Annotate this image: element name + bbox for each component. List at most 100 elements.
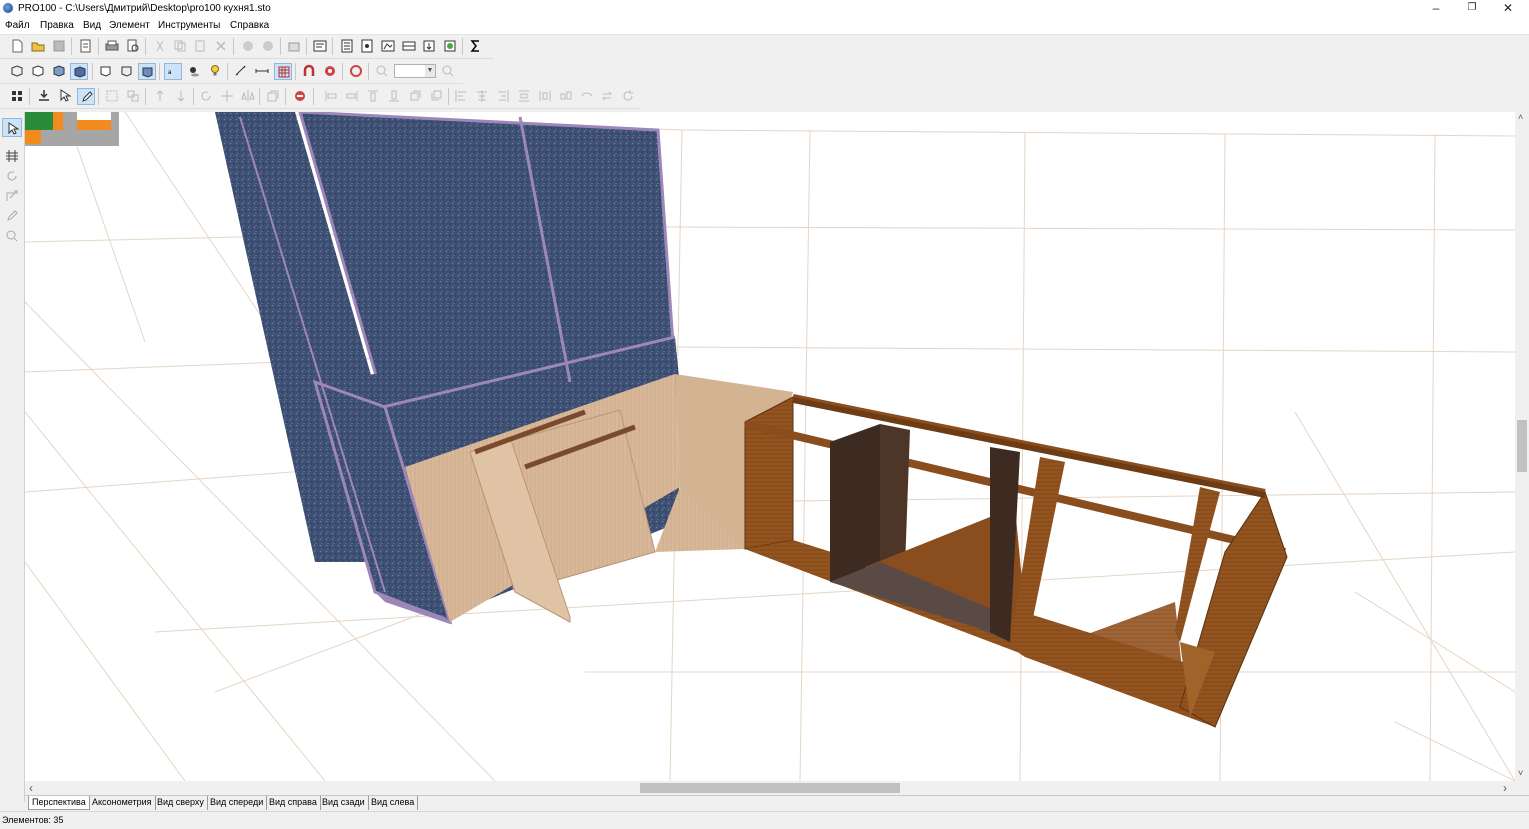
zoom-select[interactable]: ▼: [394, 64, 436, 78]
align-right-icon[interactable]: [494, 88, 512, 105]
shadows-icon[interactable]: [185, 63, 203, 80]
ruler-icon[interactable]: [253, 63, 271, 80]
scroll-left-arrow[interactable]: ‹: [29, 781, 33, 795]
snap-icon[interactable]: [321, 63, 339, 80]
align-left-icon[interactable]: [452, 88, 470, 105]
tab-axonometry[interactable]: Аксонометрия: [89, 796, 156, 810]
shape-outline-icon[interactable]: [97, 63, 115, 80]
zoom-out-icon[interactable]: [373, 63, 391, 80]
price-list-icon[interactable]: [358, 38, 376, 55]
distribute-vertical-icon[interactable]: [515, 88, 533, 105]
insert-element-icon[interactable]: [35, 88, 53, 105]
equal-size-icon[interactable]: [557, 88, 575, 105]
grid-icon[interactable]: [274, 63, 292, 80]
copy-element-icon[interactable]: [264, 88, 282, 105]
flip-icon[interactable]: [578, 88, 596, 105]
textured-icon[interactable]: [70, 63, 88, 80]
align-bottom-icon[interactable]: [385, 88, 403, 105]
tab-top-view[interactable]: Вид сверху: [154, 796, 208, 810]
resize-tool-icon[interactable]: [2, 186, 22, 205]
move-icon[interactable]: [218, 88, 236, 105]
select-all-icon[interactable]: [8, 88, 26, 105]
perspective-viewport[interactable]: [25, 112, 1515, 781]
save-icon[interactable]: [50, 38, 68, 55]
menu-help[interactable]: Справка: [230, 20, 269, 31]
undo-icon[interactable]: [239, 38, 257, 55]
magnet-icon[interactable]: [300, 63, 318, 80]
print-preview-icon[interactable]: [124, 38, 142, 55]
tab-left-view[interactable]: Вид слева: [368, 796, 419, 810]
pointer-tool-icon[interactable]: [2, 118, 22, 137]
properties-icon[interactable]: [77, 38, 95, 55]
tab-front-view[interactable]: Вид спереди: [207, 796, 268, 810]
sum-icon[interactable]: [467, 38, 485, 55]
library-icon[interactable]: [285, 38, 303, 55]
ungroup-icon[interactable]: [124, 88, 142, 105]
scroll-right-arrow[interactable]: ›: [1503, 781, 1507, 795]
report-icon[interactable]: [338, 38, 356, 55]
paste-icon[interactable]: [191, 38, 209, 55]
render-icon[interactable]: [441, 38, 459, 55]
shape-edges-icon[interactable]: [118, 63, 136, 80]
menu-tools[interactable]: Инструменты: [158, 20, 220, 31]
minimize-button[interactable]: –: [1418, 0, 1454, 17]
tab-perspective[interactable]: Перспектива: [28, 796, 90, 810]
open-file-icon[interactable]: [29, 38, 47, 55]
select-pointer-icon[interactable]: [56, 88, 74, 105]
dimensions-icon[interactable]: [232, 63, 250, 80]
delete-icon[interactable]: [212, 38, 230, 55]
align-center-icon[interactable]: [473, 88, 491, 105]
rotate-element-icon[interactable]: [619, 88, 637, 105]
edit-mode-icon[interactable]: [77, 88, 95, 105]
export-icon[interactable]: [420, 38, 438, 55]
move-up-icon[interactable]: [151, 88, 169, 105]
menu-view[interactable]: Вид: [83, 20, 101, 31]
cut-icon[interactable]: [151, 38, 169, 55]
align-front-icon[interactable]: [406, 88, 424, 105]
chevron-down-icon[interactable]: ▼: [425, 65, 435, 77]
cut-list-icon[interactable]: [400, 38, 418, 55]
menu-element[interactable]: Элемент: [109, 20, 150, 31]
copy-icon[interactable]: [171, 38, 189, 55]
redo-icon[interactable]: [259, 38, 277, 55]
rotate-icon[interactable]: [197, 88, 215, 105]
horizontal-scrollbar[interactable]: ‹ ›: [25, 781, 1515, 795]
zoom-tool-icon[interactable]: [2, 226, 22, 245]
menu-edit[interactable]: Правка: [40, 20, 74, 31]
shape-filled-icon[interactable]: [138, 63, 156, 80]
solid-icon[interactable]: [50, 63, 68, 80]
zoom-in-icon[interactable]: [439, 63, 457, 80]
maximize-button[interactable]: ❐: [1454, 0, 1490, 17]
menu-file[interactable]: Файл: [5, 20, 30, 31]
close-button[interactable]: ✕: [1490, 0, 1526, 17]
room-settings-icon[interactable]: [311, 38, 329, 55]
scroll-up-arrow[interactable]: ˄: [1518, 112, 1523, 122]
scroll-down-arrow[interactable]: ˅: [1518, 768, 1523, 778]
wireframe-icon[interactable]: [8, 63, 26, 80]
align-left-distance-icon[interactable]: [322, 88, 340, 105]
align-right-distance-icon[interactable]: [343, 88, 361, 105]
distribute-horizontal-icon[interactable]: [536, 88, 554, 105]
tab-back-view[interactable]: Вид сзади: [319, 796, 369, 810]
swap-icon[interactable]: [598, 88, 616, 105]
edge-labels-icon[interactable]: ᵃ: [164, 63, 182, 80]
mirror-icon[interactable]: [239, 88, 257, 105]
lock-element-icon[interactable]: [291, 88, 309, 105]
grid-align-tool-icon[interactable]: [2, 146, 22, 165]
edit-tool-icon[interactable]: [2, 206, 22, 225]
align-back-icon[interactable]: [427, 88, 445, 105]
hidden-lines-icon[interactable]: [29, 63, 47, 80]
move-down-icon[interactable]: [172, 88, 190, 105]
light-bulb-icon[interactable]: [206, 63, 224, 80]
rotate-tool-icon[interactable]: [2, 166, 22, 185]
vertical-scrollbar[interactable]: ˄ ˅: [1515, 112, 1529, 781]
vertical-scroll-thumb[interactable]: [1517, 420, 1527, 472]
print-icon[interactable]: [103, 38, 121, 55]
align-top-icon[interactable]: [364, 88, 382, 105]
drawing-icon[interactable]: [379, 38, 397, 55]
new-file-icon[interactable]: [8, 38, 26, 55]
horizontal-scroll-thumb[interactable]: [640, 783, 900, 793]
collision-icon[interactable]: [347, 63, 365, 80]
tab-right-view[interactable]: Вид справа: [266, 796, 321, 810]
group-icon[interactable]: [103, 88, 121, 105]
